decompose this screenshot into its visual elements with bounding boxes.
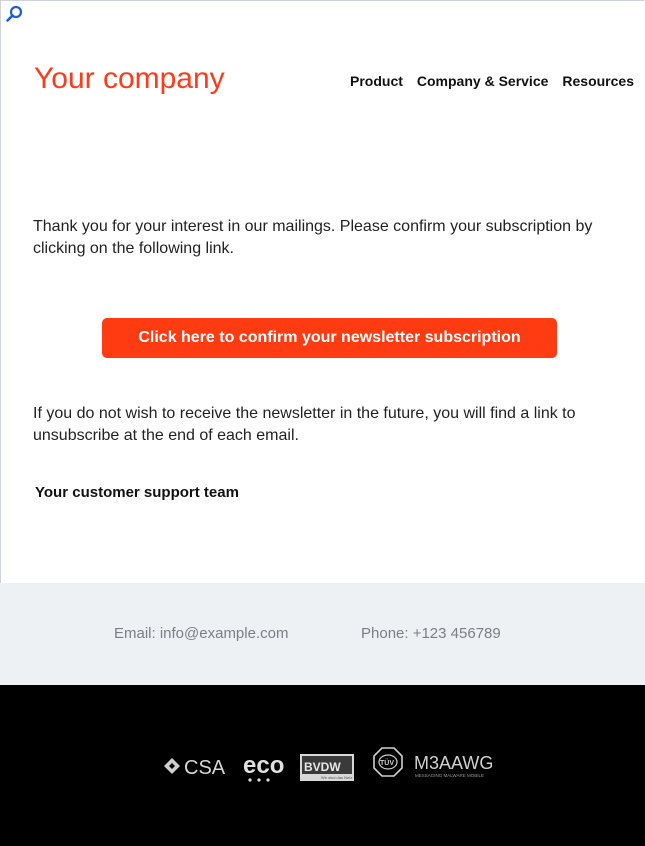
- contact-phone[interactable]: Phone: +123 456789: [361, 625, 501, 642]
- contact-band: Email: info@example.com Phone: +123 4567…: [0, 583, 645, 685]
- bvdw-logo: BVDW Wir sind das Netz: [300, 754, 354, 781]
- svg-text:M3AAWG: M3AAWG: [414, 753, 493, 773]
- unsubscribe-note: If you do not wish to receive the newsle…: [33, 405, 576, 444]
- tuv-logo: TÜV: [373, 747, 403, 777]
- confirm-subscription-button[interactable]: Click here to confirm your newsletter su…: [102, 318, 557, 358]
- nav-company-service-link[interactable]: Company & Service: [417, 73, 549, 89]
- svg-text:Wir sind das Netz: Wir sind das Netz: [321, 775, 352, 780]
- contact-email[interactable]: Email: info@example.com: [114, 625, 288, 642]
- csa-logo: CSA: [164, 757, 226, 779]
- email-footer: CSA eco BVDW Wir sind das Netz TÜV M3AAW…: [0, 685, 645, 846]
- svg-text:MESSAGING MALWARE MOBILE: MESSAGING MALWARE MOBILE: [415, 773, 484, 778]
- certification-logos: CSA eco BVDW Wir sind das Netz TÜV M3AAW…: [164, 747, 493, 782]
- svg-text:TÜV: TÜV: [380, 758, 394, 767]
- eco-logo: eco: [243, 752, 284, 782]
- top-navigation: Product Company & Service Resources: [350, 73, 634, 89]
- nav-resources-link[interactable]: Resources: [562, 73, 634, 89]
- nav-product-link[interactable]: Product: [350, 73, 403, 89]
- email-header: Your company Product Company & Service R…: [34, 56, 645, 106]
- svg-text:BVDW: BVDW: [304, 760, 341, 774]
- m3aawg-logo: M3AAWG MESSAGING MALWARE MOBILE: [414, 753, 493, 778]
- intro-paragraph: Thank you for your interest in our maili…: [33, 218, 593, 257]
- svg-text:CSA: CSA: [184, 757, 226, 779]
- svg-text:eco: eco: [243, 752, 284, 779]
- signature: Your customer support team: [35, 484, 239, 501]
- magnifier-icon[interactable]: [4, 3, 26, 25]
- company-logo[interactable]: Your company: [34, 62, 225, 96]
